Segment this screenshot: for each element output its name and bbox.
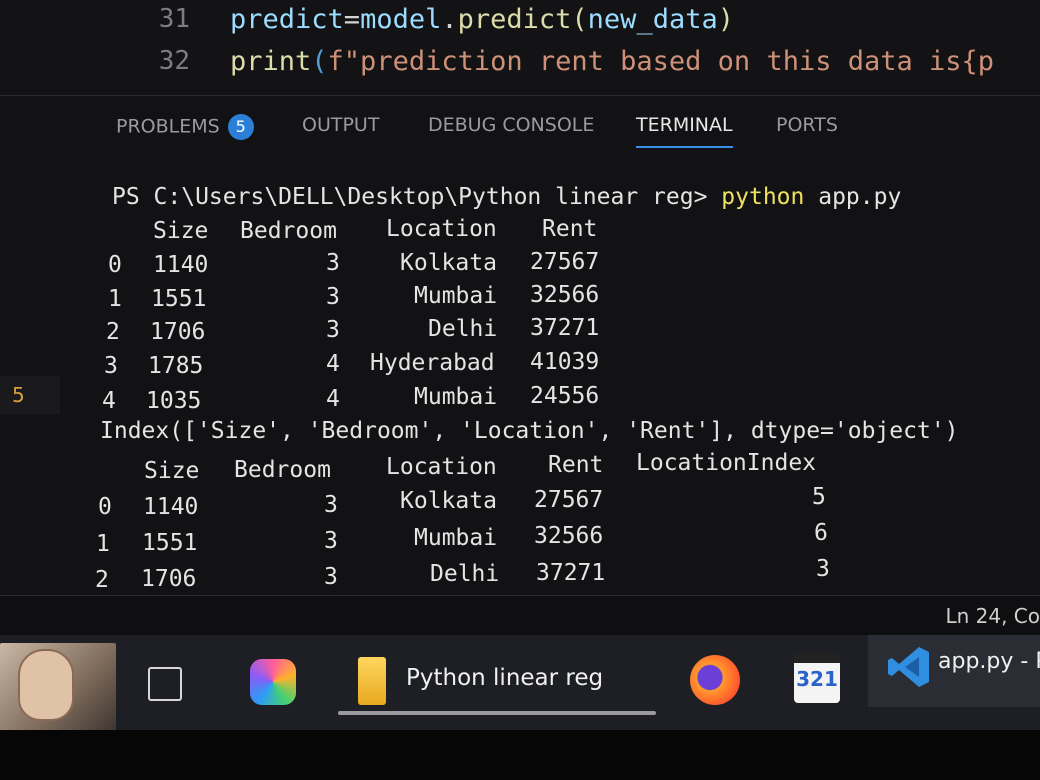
line-number: 31	[158, 4, 190, 34]
tab-output[interactable]: OUTPUT	[302, 114, 379, 146]
code-editor[interactable]: 31 predict=model.predict(new_data) 32 pr…	[0, 0, 1040, 95]
status-bar: Ln 24, Co	[0, 595, 1040, 636]
problems-badge: 5	[227, 114, 254, 140]
avatar-face-icon	[18, 649, 74, 721]
taskbar-vscode-label: app.py - P	[938, 649, 1040, 674]
firefox-icon[interactable]	[690, 655, 740, 705]
table-header: Rent	[548, 452, 604, 478]
screen-bezel	[0, 730, 1040, 780]
line-number: 32	[158, 46, 190, 76]
table-header: Size	[144, 458, 200, 484]
folder-icon	[358, 657, 386, 705]
task-view-icon[interactable]	[148, 667, 182, 701]
tab-debug-console[interactable]: DEBUG CONSOLE	[428, 114, 594, 146]
code-line[interactable]: print(f"prediction rent based on this da…	[230, 46, 994, 77]
table-header: Location	[386, 454, 497, 480]
cursor-position[interactable]: Ln 24, Co	[945, 604, 1040, 628]
tab-problems[interactable]: PROBLEMS 5	[116, 114, 254, 150]
table-header: Size	[153, 218, 209, 244]
table-header: LocationIndex	[636, 450, 817, 476]
active-indicator	[338, 711, 656, 715]
avatar[interactable]	[0, 643, 116, 733]
copilot-icon[interactable]	[250, 659, 296, 705]
index-output: Index(['Size', 'Bedroom', 'Location', 'R…	[100, 418, 959, 444]
table-header: Bedroom	[234, 457, 331, 483]
taskbar: Python linear reg 321 app.py - P	[0, 635, 1040, 733]
taskbar-explorer-label: Python linear reg	[406, 665, 604, 691]
tab-terminal[interactable]: TERMINAL	[636, 114, 733, 148]
terminal-prompt-line: PS C:\Users\DELL\Desktop\Python linear r…	[112, 184, 902, 210]
tab-ports[interactable]: PORTS	[776, 114, 838, 146]
table-header: Bedroom	[240, 218, 337, 244]
table-header: Rent	[542, 216, 598, 242]
calendar-icon-text: 321	[796, 667, 838, 691]
table-header: Location	[386, 216, 497, 242]
vscode-icon	[888, 647, 929, 687]
side-marker: 5	[0, 376, 60, 414]
bottom-panel: PROBLEMS 5 OUTPUT DEBUG CONSOLE TERMINAL …	[0, 95, 1040, 596]
panel-tabs: PROBLEMS 5 OUTPUT DEBUG CONSOLE TERMINAL …	[0, 96, 1040, 156]
code-line[interactable]: predict=model.predict(new_data)	[230, 4, 734, 35]
